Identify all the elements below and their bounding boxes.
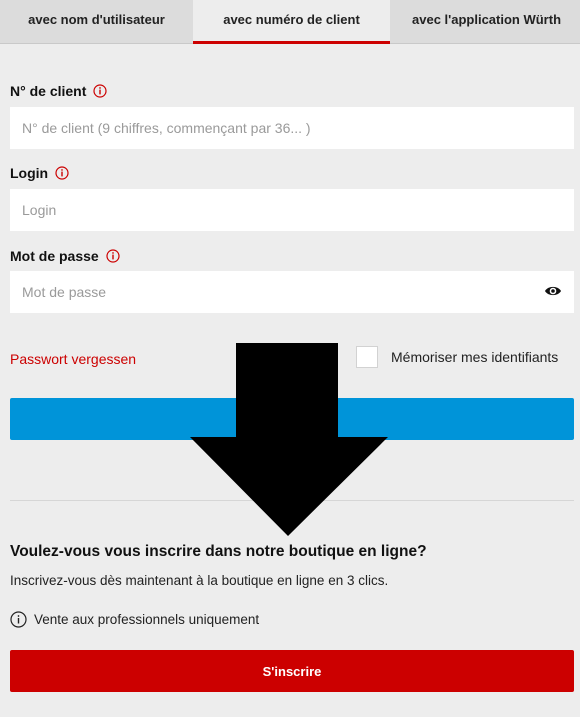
info-icon[interactable] <box>93 84 108 98</box>
login-label: Login <box>10 165 49 181</box>
login-method-tabs: avec nom d'utilisateur avec numéro de cl… <box>0 0 580 44</box>
client-number-label: N° de client <box>10 83 87 99</box>
password-label-row: Mot de passe <box>10 248 120 264</box>
info-icon <box>10 611 27 628</box>
info-icon[interactable] <box>106 249 120 263</box>
login-input[interactable] <box>10 189 574 231</box>
divider <box>10 500 574 501</box>
signup-button[interactable]: S'inscrire <box>10 650 574 692</box>
professional-note: Vente aux professionnels uniquement <box>10 611 259 628</box>
tab-wurth-app[interactable]: avec l'application Würth <box>390 0 580 44</box>
registration-title: Voulez-vous vous inscrire dans notre bou… <box>10 543 427 560</box>
info-icon[interactable] <box>55 166 69 180</box>
login-button[interactable] <box>10 398 574 440</box>
professional-note-text: Vente aux professionnels uniquement <box>34 612 260 627</box>
login-label-row: Login <box>10 165 69 181</box>
tab-username[interactable]: avec nom d'utilisateur <box>0 0 193 44</box>
client-number-input[interactable] <box>10 107 574 149</box>
eye-icon[interactable] <box>544 284 562 298</box>
client-number-label-row: N° de client <box>10 83 108 99</box>
password-input[interactable] <box>10 271 574 313</box>
remember-me-label: Mémoriser mes identifiants <box>391 349 559 365</box>
tab-client-number[interactable]: avec numéro de client <box>193 0 390 44</box>
remember-me-checkbox[interactable] <box>356 346 378 368</box>
forgot-password-link[interactable]: Passwort vergessen <box>10 351 136 367</box>
registration-subtitle: Inscrivez-vous dès maintenant à la bouti… <box>10 573 389 588</box>
remember-me[interactable]: Mémoriser mes identifiants <box>356 346 558 368</box>
password-label: Mot de passe <box>10 248 99 264</box>
